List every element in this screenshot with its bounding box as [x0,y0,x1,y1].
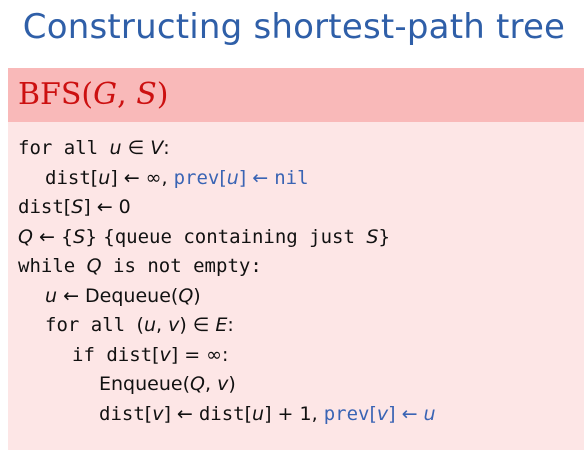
code-var: S [71,196,84,218]
code-line-6: u ← Dequeue(Q) [18,282,578,312]
code-symbol-highlight: [ [369,402,377,425]
algorithm-param-graph: G [93,77,118,112]
code-symbol-highlight: ← [246,166,275,189]
code-var: Q [178,284,194,307]
slide-title: Constructing shortest-path tree [22,7,566,47]
code-symbol: ] [110,166,118,189]
code-symbol: ] [83,196,91,218]
algorithm-header: BFS(G, S) [8,68,584,122]
code-symbol: ← [57,284,86,307]
code-symbol: ] [163,402,171,425]
code-text: is not empty: [101,255,262,277]
algorithm-param-source: S [136,77,157,112]
code-var: u [252,402,265,425]
code-comment: {queue containing just [103,225,367,248]
code-text-highlight: prev [173,166,220,189]
code-symbol: ∈ [121,137,151,159]
code-symbol-highlight: ] [388,402,396,425]
code-symbol: ← { [32,225,74,248]
algorithm-param-sep: , [117,77,137,112]
code-symbol: ] [264,402,272,425]
code-var-highlight: u [226,166,239,189]
code-keyword: for all [45,314,137,336]
code-symbol: ← [170,402,199,425]
code-text-highlight: nil [274,166,309,189]
code-function: Dequeue [85,284,171,307]
algorithm-paren-close: ) [156,77,169,112]
code-line-8: if dist[v] = ∞: [18,341,578,371]
code-var: S [366,225,379,248]
code-function: Enqueue [99,373,183,395]
code-symbol: = ∞: [178,343,229,366]
algorithm-block: BFS(G, S) for all u ∈ V: dist[u] ← ∞, pr… [8,68,584,450]
code-var: u [143,314,156,336]
code-var-highlight: v [376,402,389,425]
code-var-highlight: u [423,402,436,425]
code-line-1: for all u ∈ V: [18,134,578,164]
code-line-4: Q ← {S} {queue containing just S} [18,223,578,253]
code-symbol-highlight: [ [219,166,227,189]
code-line-10: dist[v] ← dist[u] + 1, prev[v] ← u [18,400,578,430]
slide: Constructing shortest-path tree BFS(G, S… [0,0,588,455]
code-symbol: : [227,314,234,336]
code-symbol: ) [228,373,236,395]
code-var: v [152,402,164,425]
code-symbol: + 1, [271,402,324,425]
pseudocode: for all u ∈ V: dist[u] ← ∞, prev[u] ← ni… [18,134,578,429]
code-var: Q [190,373,205,395]
code-var: Q [86,255,102,277]
code-symbol: [ [152,343,160,366]
code-var: v [217,373,229,395]
code-keyword: while [18,255,87,277]
code-line-2: dist[u] ← ∞, prev[u] ← nil [18,164,578,194]
code-text: dist [18,196,64,218]
code-symbol: : [163,137,170,159]
code-var: u [98,166,111,189]
code-symbol: [ [244,402,253,425]
code-var: E [215,314,228,336]
code-var: v [159,343,171,366]
code-var: V [150,137,164,159]
code-text: dist [106,343,153,366]
code-symbol: } [85,225,104,248]
code-var: v [168,314,180,336]
algorithm-label: BFS [18,77,82,112]
code-symbol-highlight: ← [395,402,424,425]
code-text: dist [45,166,91,189]
code-text: dist [198,402,245,425]
code-symbol: , [155,314,169,336]
code-symbol: ← 0 [90,196,131,218]
code-symbol: , [204,373,218,395]
code-line-3: dist[S] ← 0 [18,193,578,223]
code-keyword: if [72,343,107,366]
code-symbol: ( [136,314,144,336]
code-var: u [109,137,122,159]
code-text: dist [99,402,145,425]
code-symbol: ) [193,284,201,307]
code-symbol: ) [179,314,187,336]
code-line-7: for all (u, v) ∈ E: [18,311,578,341]
code-var: u [45,284,58,307]
code-line-5: while Q is not empty: [18,252,578,282]
algorithm-name: BFS(G, S) [18,76,168,114]
code-var: S [73,225,86,248]
code-symbol: ( [182,373,190,395]
algorithm-paren-open: ( [81,77,94,112]
code-line-9: Enqueue(Q, v) [18,370,578,400]
code-symbol: ← ∞, [117,166,174,189]
code-symbol: ∈ [186,314,216,336]
code-text-highlight: prev [323,402,370,425]
code-var: Q [18,225,33,248]
code-comment: } [378,225,390,248]
code-keyword: for all [18,137,110,159]
